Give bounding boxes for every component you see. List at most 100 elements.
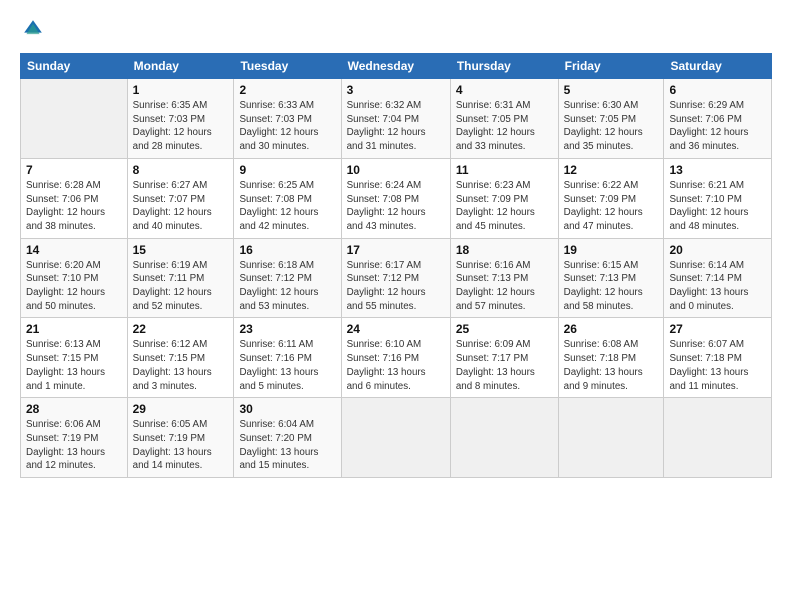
- day-info: Sunrise: 6:20 AM Sunset: 7:10 PM Dayligh…: [26, 259, 122, 314]
- day-number: 18: [456, 243, 553, 257]
- day-info: Sunrise: 6:09 AM Sunset: 7:17 PM Dayligh…: [456, 338, 553, 393]
- day-info: Sunrise: 6:28 AM Sunset: 7:06 PM Dayligh…: [26, 179, 122, 234]
- day-number: 3: [347, 83, 445, 97]
- day-number: 26: [564, 322, 659, 336]
- day-cell: 25 Sunrise: 6:09 AM Sunset: 7:17 PM Dayli…: [450, 318, 558, 398]
- page: SundayMondayTuesdayWednesdayThursdayFrid…: [0, 0, 792, 612]
- header: [20, 18, 772, 45]
- day-cell: 11 Sunrise: 6:23 AM Sunset: 7:09 PM Dayli…: [450, 158, 558, 238]
- col-header-tuesday: Tuesday: [234, 54, 341, 79]
- day-cell: [664, 398, 772, 478]
- col-header-friday: Friday: [558, 54, 664, 79]
- day-cell: 12 Sunrise: 6:22 AM Sunset: 7:09 PM Dayli…: [558, 158, 664, 238]
- day-number: 23: [239, 322, 335, 336]
- day-cell: 2 Sunrise: 6:33 AM Sunset: 7:03 PM Daylig…: [234, 79, 341, 159]
- day-cell: 1 Sunrise: 6:35 AM Sunset: 7:03 PM Daylig…: [127, 79, 234, 159]
- day-cell: 9 Sunrise: 6:25 AM Sunset: 7:08 PM Daylig…: [234, 158, 341, 238]
- col-header-sunday: Sunday: [21, 54, 128, 79]
- day-info: Sunrise: 6:25 AM Sunset: 7:08 PM Dayligh…: [239, 179, 335, 234]
- day-cell: 13 Sunrise: 6:21 AM Sunset: 7:10 PM Dayli…: [664, 158, 772, 238]
- day-info: Sunrise: 6:16 AM Sunset: 7:13 PM Dayligh…: [456, 259, 553, 314]
- day-cell: 18 Sunrise: 6:16 AM Sunset: 7:13 PM Dayli…: [450, 238, 558, 318]
- day-number: 30: [239, 402, 335, 416]
- day-cell: 3 Sunrise: 6:32 AM Sunset: 7:04 PM Daylig…: [341, 79, 450, 159]
- day-cell: [558, 398, 664, 478]
- week-row-1: 1 Sunrise: 6:35 AM Sunset: 7:03 PM Daylig…: [21, 79, 772, 159]
- day-info: Sunrise: 6:21 AM Sunset: 7:10 PM Dayligh…: [669, 179, 766, 234]
- day-number: 11: [456, 163, 553, 177]
- day-info: Sunrise: 6:19 AM Sunset: 7:11 PM Dayligh…: [133, 259, 229, 314]
- day-info: Sunrise: 6:11 AM Sunset: 7:16 PM Dayligh…: [239, 338, 335, 393]
- day-number: 14: [26, 243, 122, 257]
- day-cell: 10Sunrise: 6:24 AM Sunset: 7:08 PM Dayli…: [341, 158, 450, 238]
- day-number: 9: [239, 163, 335, 177]
- day-number: 1: [133, 83, 229, 97]
- week-row-2: 7 Sunrise: 6:28 AM Sunset: 7:06 PM Daylig…: [21, 158, 772, 238]
- day-number: 5: [564, 83, 659, 97]
- day-cell: 26 Sunrise: 6:08 AM Sunset: 7:18 PM Dayli…: [558, 318, 664, 398]
- day-number: 15: [133, 243, 229, 257]
- day-cell: 21 Sunrise: 6:13 AM Sunset: 7:15 PM Dayli…: [21, 318, 128, 398]
- day-cell: 14 Sunrise: 6:20 AM Sunset: 7:10 PM Dayli…: [21, 238, 128, 318]
- day-cell: 15 Sunrise: 6:19 AM Sunset: 7:11 PM Dayli…: [127, 238, 234, 318]
- calendar-header-row: SundayMondayTuesdayWednesdayThursdayFrid…: [21, 54, 772, 79]
- day-number: 25: [456, 322, 553, 336]
- day-info: Sunrise: 6:10 AM Sunset: 7:16 PM Dayligh…: [347, 338, 445, 393]
- day-info: Sunrise: 6:17 AM Sunset: 7:12 PM Dayligh…: [347, 259, 445, 314]
- day-info: Sunrise: 6:29 AM Sunset: 7:06 PM Dayligh…: [669, 99, 766, 154]
- day-cell: 30 Sunrise: 6:04 AM Sunset: 7:20 PM Dayli…: [234, 398, 341, 478]
- day-number: 2: [239, 83, 335, 97]
- day-info: Sunrise: 6:33 AM Sunset: 7:03 PM Dayligh…: [239, 99, 335, 154]
- day-number: 27: [669, 322, 766, 336]
- day-cell: 20 Sunrise: 6:14 AM Sunset: 7:14 PM Dayli…: [664, 238, 772, 318]
- day-info: Sunrise: 6:27 AM Sunset: 7:07 PM Dayligh…: [133, 179, 229, 234]
- day-number: 19: [564, 243, 659, 257]
- col-header-saturday: Saturday: [664, 54, 772, 79]
- day-info: Sunrise: 6:15 AM Sunset: 7:13 PM Dayligh…: [564, 259, 659, 314]
- day-info: Sunrise: 6:14 AM Sunset: 7:14 PM Dayligh…: [669, 259, 766, 314]
- day-number: 20: [669, 243, 766, 257]
- calendar-table: SundayMondayTuesdayWednesdayThursdayFrid…: [20, 53, 772, 478]
- day-info: Sunrise: 6:08 AM Sunset: 7:18 PM Dayligh…: [564, 338, 659, 393]
- logo-icon: [22, 18, 44, 40]
- day-info: Sunrise: 6:22 AM Sunset: 7:09 PM Dayligh…: [564, 179, 659, 234]
- day-info: Sunrise: 6:31 AM Sunset: 7:05 PM Dayligh…: [456, 99, 553, 154]
- day-number: 28: [26, 402, 122, 416]
- day-number: 22: [133, 322, 229, 336]
- day-cell: 24 Sunrise: 6:10 AM Sunset: 7:16 PM Dayli…: [341, 318, 450, 398]
- day-number: 17: [347, 243, 445, 257]
- day-number: 24: [347, 322, 445, 336]
- day-number: 13: [669, 163, 766, 177]
- day-info: Sunrise: 6:23 AM Sunset: 7:09 PM Dayligh…: [456, 179, 553, 234]
- day-cell: 23 Sunrise: 6:11 AM Sunset: 7:16 PM Dayli…: [234, 318, 341, 398]
- day-number: 4: [456, 83, 553, 97]
- day-cell: 29 Sunrise: 6:05 AM Sunset: 7:19 PM Dayli…: [127, 398, 234, 478]
- day-info: Sunrise: 6:30 AM Sunset: 7:05 PM Dayligh…: [564, 99, 659, 154]
- day-cell: 7 Sunrise: 6:28 AM Sunset: 7:06 PM Daylig…: [21, 158, 128, 238]
- week-row-3: 14 Sunrise: 6:20 AM Sunset: 7:10 PM Dayli…: [21, 238, 772, 318]
- day-cell: 6 Sunrise: 6:29 AM Sunset: 7:06 PM Daylig…: [664, 79, 772, 159]
- week-row-4: 21 Sunrise: 6:13 AM Sunset: 7:15 PM Dayli…: [21, 318, 772, 398]
- day-number: 7: [26, 163, 122, 177]
- day-cell: 17 Sunrise: 6:17 AM Sunset: 7:12 PM Dayli…: [341, 238, 450, 318]
- day-cell: 16Sunrise: 6:18 AM Sunset: 7:12 PM Dayli…: [234, 238, 341, 318]
- day-cell: [341, 398, 450, 478]
- day-cell: 27 Sunrise: 6:07 AM Sunset: 7:18 PM Dayli…: [664, 318, 772, 398]
- day-number: 12: [564, 163, 659, 177]
- day-cell: 22Sunrise: 6:12 AM Sunset: 7:15 PM Dayli…: [127, 318, 234, 398]
- day-info: Sunrise: 6:13 AM Sunset: 7:15 PM Dayligh…: [26, 338, 122, 393]
- day-info: Sunrise: 6:04 AM Sunset: 7:20 PM Dayligh…: [239, 418, 335, 473]
- day-cell: 8Sunrise: 6:27 AM Sunset: 7:07 PM Daylig…: [127, 158, 234, 238]
- day-cell: 19 Sunrise: 6:15 AM Sunset: 7:13 PM Dayli…: [558, 238, 664, 318]
- day-number: 6: [669, 83, 766, 97]
- day-number: 10: [347, 163, 445, 177]
- day-info: Sunrise: 6:18 AM Sunset: 7:12 PM Dayligh…: [239, 259, 335, 314]
- day-number: 21: [26, 322, 122, 336]
- day-info: Sunrise: 6:35 AM Sunset: 7:03 PM Dayligh…: [133, 99, 229, 154]
- col-header-thursday: Thursday: [450, 54, 558, 79]
- day-info: Sunrise: 6:32 AM Sunset: 7:04 PM Dayligh…: [347, 99, 445, 154]
- day-info: Sunrise: 6:07 AM Sunset: 7:18 PM Dayligh…: [669, 338, 766, 393]
- day-info: Sunrise: 6:05 AM Sunset: 7:19 PM Dayligh…: [133, 418, 229, 473]
- day-number: 29: [133, 402, 229, 416]
- day-cell: [21, 79, 128, 159]
